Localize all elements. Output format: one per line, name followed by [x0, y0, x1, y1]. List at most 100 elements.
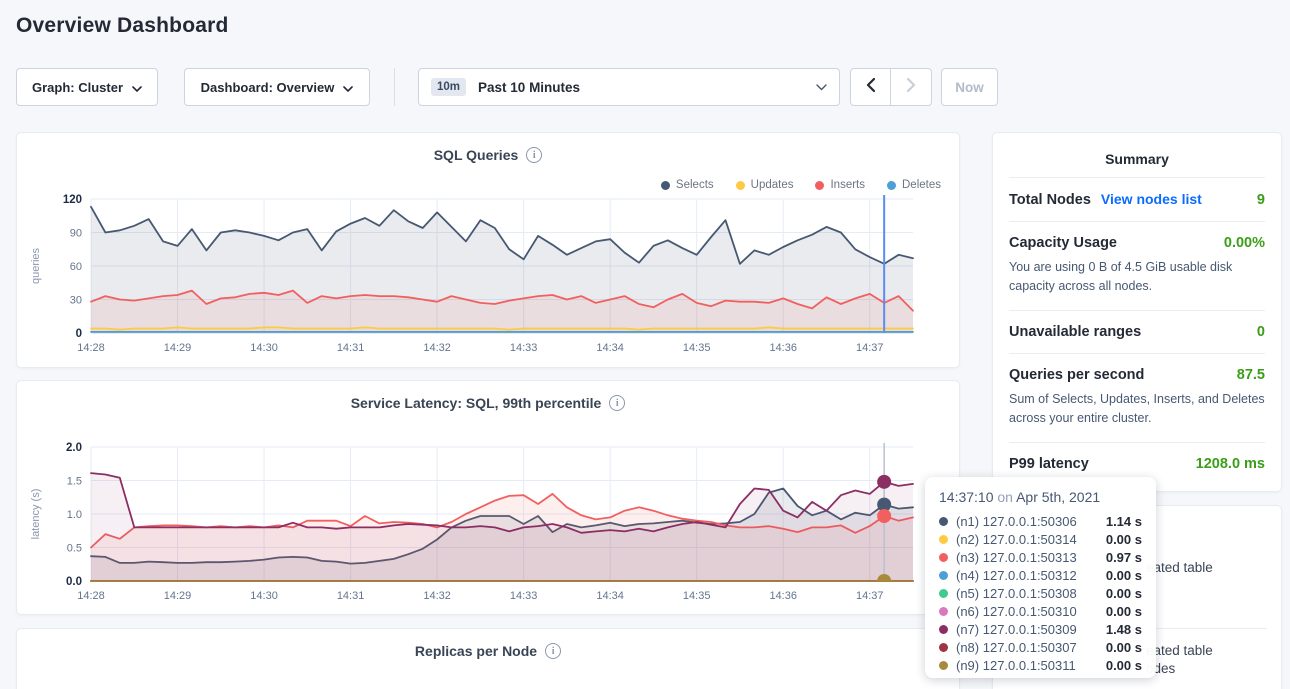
service-latency-card: Service Latency: SQL, 99th percentile i …	[16, 380, 960, 615]
svg-text:14:37: 14:37	[856, 590, 884, 602]
svg-text:14:34: 14:34	[596, 590, 624, 602]
event-item-fragment[interactable]: eated table	[1146, 643, 1213, 658]
info-icon[interactable]: i	[545, 643, 561, 659]
now-button[interactable]: Now	[941, 68, 998, 106]
summary-row-total-nodes: Total Nodes View nodes list 9	[1009, 177, 1265, 221]
time-next-button[interactable]	[891, 68, 932, 106]
sql-queries-card: SQL Queries i SelectsUpdatesInsertsDelet…	[16, 132, 960, 368]
node-address: (n2) 127.0.0.1:50314	[956, 532, 1077, 547]
node-color-dot-icon	[939, 517, 948, 526]
svg-text:0: 0	[76, 328, 82, 340]
svg-text:14:28: 14:28	[77, 590, 105, 602]
node-address: (n7) 127.0.0.1:50309	[956, 622, 1077, 637]
node-address: (n6) 127.0.0.1:50310	[956, 604, 1077, 619]
chevron-down-icon	[816, 78, 827, 96]
info-icon[interactable]: i	[609, 395, 625, 411]
summary-row-capacity: Capacity Usage 0.00% You are using 0 B o…	[1009, 221, 1265, 310]
summary-row-unavailable: Unavailable ranges 0	[1009, 310, 1265, 353]
svg-text:14:30: 14:30	[250, 590, 278, 602]
node-address: (n5) 127.0.0.1:50308	[956, 586, 1077, 601]
event-item-fragment[interactable]: eated table	[1146, 560, 1213, 575]
capacity-usage-label: Capacity Usage	[1009, 235, 1117, 251]
node-latency-value: 1.14 s	[1106, 514, 1142, 529]
node-color-dot-icon	[939, 643, 948, 652]
tooltip-node-row: (n1) 127.0.0.1:50306 1.14 s	[939, 512, 1142, 530]
svg-text:14:37: 14:37	[856, 342, 884, 354]
node-latency-value: 1.48 s	[1106, 622, 1142, 637]
p99-latency-value: 1208.0 ms	[1196, 456, 1265, 472]
node-color-dot-icon	[939, 589, 948, 598]
svg-text:120: 120	[63, 194, 82, 206]
page-title: Overview Dashboard	[16, 14, 229, 38]
svg-text:14:29: 14:29	[164, 590, 192, 602]
svg-text:1.5: 1.5	[67, 476, 82, 488]
svg-text:14:34: 14:34	[596, 342, 624, 354]
tooltip-node-row: (n2) 127.0.0.1:50314 0.00 s	[939, 530, 1142, 548]
svg-text:14:32: 14:32	[423, 590, 451, 602]
tooltip-node-row: (n9) 127.0.0.1:503110.00 s	[939, 656, 1142, 674]
service-latency-chart[interactable]: 0.00.51.01.52.014:2814:2914:3014:3114:32…	[25, 437, 953, 607]
tooltip-node-row: (n8) 127.0.0.1:503070.00 s	[939, 638, 1142, 656]
sql-queries-title: SQL Queries	[434, 147, 519, 163]
tooltip-rows: (n1) 127.0.0.1:503061.14 s(n2) 127.0.0.1…	[939, 512, 1142, 674]
svg-text:60: 60	[70, 261, 82, 273]
chevron-down-icon	[343, 80, 353, 95]
unavailable-ranges-value: 0	[1257, 324, 1265, 340]
info-icon[interactable]: i	[526, 147, 542, 163]
tooltip-node-row: (n4) 127.0.0.1:50312 0.00 s	[939, 566, 1142, 584]
svg-text:14:32: 14:32	[423, 342, 451, 354]
time-range-picker[interactable]: 10m Past 10 Minutes	[418, 68, 840, 106]
node-address: (n1) 127.0.0.1:50306	[956, 514, 1077, 529]
view-nodes-list-link[interactable]: View nodes list	[1101, 191, 1202, 207]
graph-dropdown-label: Graph: Cluster	[32, 80, 123, 95]
total-nodes-value: 9	[1257, 192, 1265, 208]
tooltip-node-row: (n3) 127.0.0.1:50313 0.97 s	[939, 548, 1142, 566]
svg-text:14:33: 14:33	[510, 342, 538, 354]
toolbar-divider	[394, 68, 395, 106]
summary-title: Summary	[1009, 151, 1265, 167]
tooltip-node-row: (n7) 127.0.0.1:50309 1.48 s	[939, 620, 1142, 638]
p99-latency-label: P99 latency	[1009, 456, 1089, 472]
replicas-per-node-card: Replicas per Node i	[16, 628, 960, 689]
node-color-dot-icon	[939, 535, 948, 544]
node-address: (n9) 127.0.0.1:50311	[956, 658, 1076, 673]
service-latency-title: Service Latency: SQL, 99th percentile	[351, 395, 602, 411]
svg-text:90: 90	[70, 228, 82, 240]
svg-text:0.5: 0.5	[67, 543, 82, 555]
svg-text:14:31: 14:31	[337, 342, 365, 354]
sql-queries-chart[interactable]: 030609012014:2814:2914:3014:3114:3214:33…	[25, 189, 953, 359]
node-latency-value: 0.00 s	[1106, 640, 1142, 655]
svg-text:0.0: 0.0	[66, 576, 82, 588]
svg-text:14:31: 14:31	[337, 590, 365, 602]
node-latency-value: 0.97 s	[1106, 550, 1142, 565]
dashboard-dropdown[interactable]: Dashboard: Overview	[184, 68, 370, 106]
svg-text:latency (s): latency (s)	[30, 489, 42, 540]
time-prev-button[interactable]	[850, 68, 891, 106]
svg-text:30: 30	[70, 295, 82, 307]
node-latency-value: 0.00 s	[1106, 604, 1142, 619]
dashboard-dropdown-label: Dashboard: Overview	[201, 80, 335, 95]
svg-text:14:33: 14:33	[510, 590, 538, 602]
svg-text:2.0: 2.0	[66, 442, 82, 454]
summary-panel: Summary Total Nodes View nodes list 9 Ca…	[992, 132, 1282, 492]
node-latency-value: 0.00 s	[1106, 568, 1142, 583]
capacity-usage-value: 0.00%	[1224, 235, 1265, 251]
node-address: (n4) 127.0.0.1:50312	[956, 568, 1077, 583]
qps-value: 87.5	[1237, 367, 1265, 383]
svg-text:14:35: 14:35	[683, 342, 711, 354]
node-latency-value: 0.00 s	[1106, 586, 1142, 601]
tooltip-timestamp: 14:37:10 on Apr 5th, 2021	[939, 489, 1142, 505]
svg-text:14:29: 14:29	[164, 342, 192, 354]
node-color-dot-icon	[939, 625, 948, 634]
node-color-dot-icon	[939, 661, 948, 670]
graph-dropdown[interactable]: Graph: Cluster	[16, 68, 158, 106]
node-latency-value: 0.00 s	[1106, 532, 1142, 547]
overview-dashboard-page: Overview Dashboard Graph: Cluster Dashbo…	[0, 0, 1290, 689]
svg-text:14:35: 14:35	[683, 590, 711, 602]
time-nav-group	[850, 68, 932, 106]
chevron-right-icon	[907, 78, 916, 97]
node-address: (n3) 127.0.0.1:50313	[956, 550, 1077, 565]
svg-text:14:36: 14:36	[769, 342, 797, 354]
time-range-label: Past 10 Minutes	[478, 80, 580, 95]
svg-text:14:36: 14:36	[769, 590, 797, 602]
